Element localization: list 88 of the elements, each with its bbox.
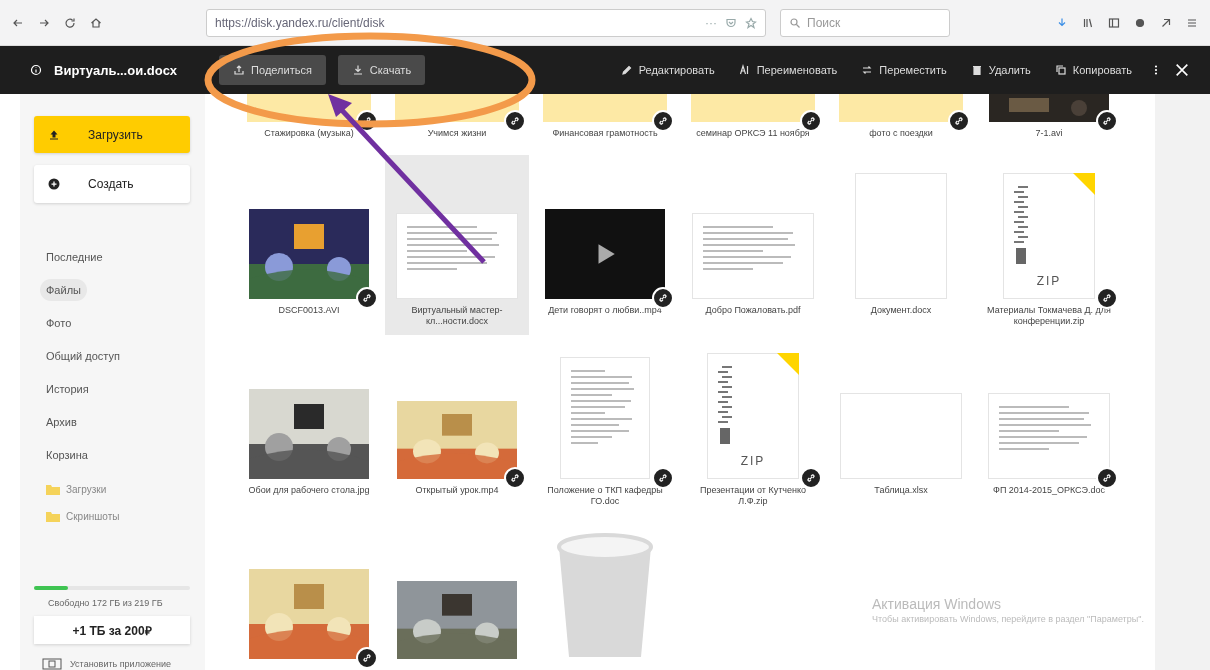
file-tile[interactable]: ФП 2014-2015_ОРКСЭ.doc [977,334,1121,516]
folder-icon [46,484,60,496]
file-tile[interactable]: фото с поездки [829,94,973,151]
file-name: Учимся жизни [427,128,487,140]
sidebar-item[interactable]: Последние [40,245,109,268]
file-name: Презентации от Кутченко Л.Ф.zip [699,484,807,508]
file-name: Виртуальный мастер-кл...ности.docx [410,304,504,328]
file-name: Документ.docx [870,304,932,317]
zip-file-thumbnail: ZIP [707,352,799,479]
install-app-link[interactable]: Установить приложение [42,658,191,670]
file-name: Открытый урок.mp4 [415,484,499,497]
bookmark-star-icon[interactable] [745,16,757,29]
file-tile[interactable]: Документ.docx [829,154,973,336]
activation-text: Чтобы активировать Windows, перейдите в раздел "Параметры". [872,614,1145,624]
file-tile[interactable]: DSCF0013.AVI [237,154,381,336]
move-icon [861,64,874,76]
sidebar-item[interactable]: История [40,377,95,400]
download-icon [351,64,364,76]
laptop-icon [42,658,62,670]
edit-button[interactable]: Редактировать [614,64,721,76]
file-name: фото с поездки [869,128,933,140]
share-button[interactable]: Поделиться [219,55,326,85]
link-icon [652,110,674,132]
info-icon[interactable] [30,64,42,76]
file-tile[interactable]: ZIP Презентации от Кутченко Л.Ф.zip [681,334,825,516]
file-name: Обои для рабочего стола.jpg [248,484,370,497]
file-name: Добро Пожаловать.pdf [705,304,801,317]
rename-icon [738,64,751,76]
folder-link[interactable]: Скриншоты [46,511,191,523]
sidebar-item[interactable]: Корзина [40,443,94,466]
storage-text: Свободно 172 ГБ из 219 ГБ [48,598,164,609]
upload-button[interactable]: Загрузить [34,116,190,154]
copy-button[interactable]: Копировать [1048,64,1138,76]
file-name: Положение о ТКП кафедры ГО.doc [546,484,664,508]
link-icon [504,110,526,132]
file-tile[interactable]: Добро Пожаловать.pdf [681,154,825,336]
sidebar-item[interactable]: Файлы [40,278,87,301]
link-icon [504,466,526,489]
sidebar-item[interactable]: Архив [40,410,83,433]
file-tile[interactable]: ZIP Материалы Токмачева Д. для конференции.zip [977,154,1121,336]
zip-file-thumbnail: ZIP [1003,172,1095,299]
search-icon [789,16,801,29]
file-name: ФП 2014-2015_ОРКСЭ.doc [993,484,1105,497]
file-name: Виртуаль...ои.docx [54,62,178,78]
file-name: семинар ОРКСЭ 11 ноября [696,128,810,140]
file-tile[interactable]: Обои для рабочего стола.jpg [237,334,381,516]
sidebar-item[interactable]: Общий доступ [40,344,126,367]
file-tile[interactable]: 7-1.avi [977,94,1121,151]
close-icon[interactable] [1174,62,1190,78]
reload-icon[interactable] [64,16,76,29]
selected-file-tile[interactable]: Виртуальный мастер-кл...ности.docx [385,154,529,336]
file-name: Дети говорят о любви..mp4 [548,304,662,317]
upload-icon [48,128,60,141]
library-icon[interactable] [1082,16,1094,29]
file-tile[interactable]: Учимся жизни [385,94,529,151]
file-tile[interactable]: Положение о ТКП кафедры ГО.doc [533,334,677,516]
folder-icon [46,511,60,523]
file-name: DSCF0013.AVI [278,304,340,317]
copy-icon [1054,64,1067,76]
file-tile[interactable]: Открытый урок.mp4 [385,334,529,516]
file-name: Таблица.xlsx [874,484,928,497]
sidebar-icon[interactable] [1108,16,1120,29]
trash-icon [970,64,983,76]
file-tile[interactable]: Финансовая грамотность [533,94,677,151]
create-button[interactable]: Создать [34,165,190,203]
link-icon [356,286,378,309]
folder-link[interactable]: Загрузки [46,484,191,496]
rename-button[interactable]: Переименовать [732,64,844,76]
plus-icon [48,177,60,190]
sidebar-item[interactable]: Фото [40,311,78,334]
home-icon[interactable] [90,16,102,29]
file-tile[interactable]: Дети говорят о любви..mp4 [533,154,677,336]
link-icon [948,110,970,132]
delete-button[interactable]: Удалить [964,64,1037,76]
file-name: Материалы Токмачева Д. для конференции.zip [986,304,1112,328]
file-name: 7-1.avi [1035,128,1063,140]
activation-title: Активация Windows [872,596,1003,612]
file-tile[interactable]: Таблица.xlsx [829,334,973,516]
offer-button[interactable]: +1 ТБ за 200₽ [34,616,190,644]
address-bar[interactable]: https://disk.yandex.ru/client/disk ··· [206,8,766,37]
file-name: Стажировка (музыка) [264,128,354,140]
file-tile[interactable]: семинар ОРКСЭ 11 ноября [681,94,825,151]
share-icon [233,64,246,76]
pencil-icon [620,64,633,76]
link-icon [1096,110,1118,132]
file-name: Финансовая грамотность [552,128,658,140]
download-button[interactable]: Скачать [337,55,426,85]
move-button[interactable]: Переместить [855,64,953,76]
